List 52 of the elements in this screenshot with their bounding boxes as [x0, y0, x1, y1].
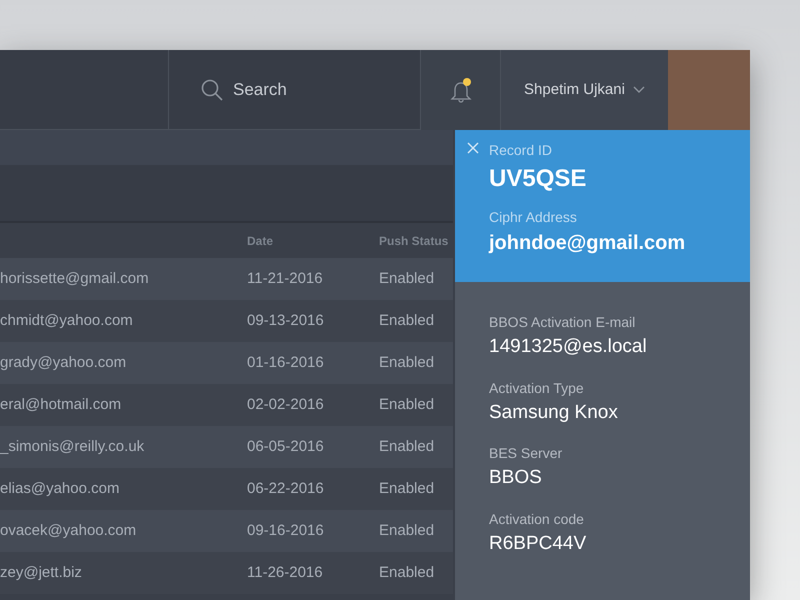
status-cell-text: Enabled [379, 562, 436, 583]
field-label: Ciphr Address [489, 208, 578, 227]
date-cell-text: 11-21-2016 [247, 268, 324, 289]
column-header[interactable]: Push Status [379, 232, 453, 250]
notification-bell-icon[interactable] [448, 78, 472, 102]
table-row[interactable]: ovacek@yahoo.com 09-16-2016 Enabled [0, 510, 453, 552]
field-label: Activation code [489, 510, 585, 528]
status-cell-text: Enabled [379, 520, 436, 541]
table-row[interactable]: eral@hotmail.com 02-02-2016 Enabled [0, 384, 453, 426]
email-cell-text: elias@yahoo.com [0, 478, 120, 499]
table-row[interactable]: horissette@gmail.com 11-21-2016 Enabled [0, 258, 453, 300]
status-cell-text: Enabled [379, 436, 436, 457]
table-row[interactable]: zey@jett.biz 11-26-2016 Enabled [0, 552, 453, 594]
close-icon[interactable] [467, 142, 479, 154]
email-cell-text: _simonis@reilly.co.uk [0, 436, 146, 457]
field-value: johndoe@gmail.com [489, 231, 686, 256]
table-row[interactable]: _simonis@reilly.co.uk 06-05-2016 Enabled [0, 426, 453, 468]
search-field[interactable]: Search [231, 76, 381, 104]
field-value: 1491325@es.local [489, 335, 648, 359]
search-icon [201, 79, 223, 101]
field-value: BBOS [489, 466, 543, 490]
email-cell-text: chmidt@yahoo.com [0, 310, 134, 331]
field-label: Activation Type [489, 378, 585, 398]
status-cell-text: Enabled [379, 478, 436, 499]
email-cell-text: ovacek@yahoo.com [0, 520, 138, 541]
field-value: Samsung Knox [489, 400, 619, 424]
date-cell-text: 09-13-2016 [247, 310, 325, 331]
date-cell-text: 09-16-2016 [247, 520, 325, 541]
field-value: UV5QSE [489, 164, 588, 194]
email-cell-text: eral@hotmail.com [0, 394, 122, 415]
column-header[interactable]: Date [247, 232, 379, 250]
email-cell-text: zey@jett.biz [0, 562, 83, 583]
field-value: R6BPC44V [489, 532, 588, 556]
table-row[interactable]: grady@yahoo.com 01-16-2016 Enabled [0, 342, 453, 384]
field-label: BBOS Activation E-mail [489, 313, 636, 332]
email-cell-text: grady@yahoo.com [0, 352, 128, 373]
status-cell-text: Enabled [379, 268, 436, 289]
status-cell-text: Enabled [379, 394, 436, 415]
date-cell-text: 06-05-2016 [247, 436, 325, 457]
date-cell-text: 01-16-2016 [247, 352, 325, 373]
table-row[interactable]: elias@yahoo.com 06-22-2016 Enabled [0, 468, 453, 510]
field-label: BES Server [489, 444, 564, 463]
status-cell-text: Enabled [379, 352, 436, 373]
date-cell-text: 11-26-2016 [247, 562, 324, 583]
table-row[interactable]: chmidt@yahoo.com 09-13-2016 Enabled [0, 300, 453, 342]
field-label: Record ID [489, 141, 554, 160]
user-name[interactable]: Shpetim Ujkani [524, 78, 625, 102]
email-cell-text: horissette@gmail.com [0, 268, 150, 289]
status-cell-text: Enabled [379, 310, 436, 331]
chevron-down-icon [632, 86, 645, 94]
date-cell-text: 02-02-2016 [247, 394, 325, 415]
date-cell-text: 06-22-2016 [247, 478, 325, 499]
